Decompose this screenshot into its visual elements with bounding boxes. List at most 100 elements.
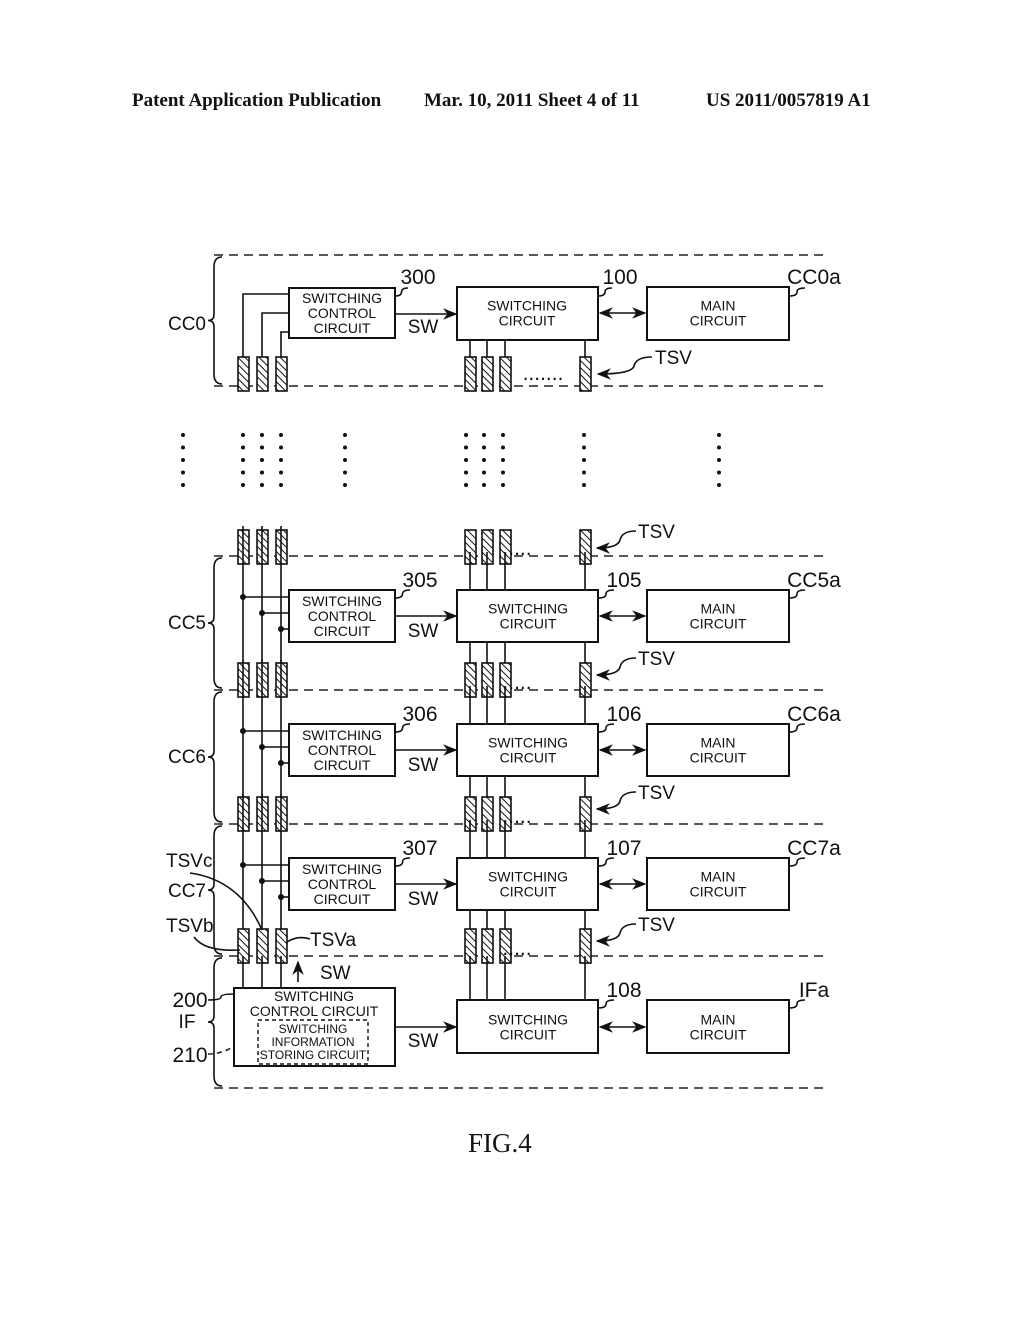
continuation-dot (343, 483, 347, 487)
continuation-dot (501, 458, 505, 462)
tsvb-label: TSVb (166, 916, 214, 937)
main-circuit-text: MAIN (701, 298, 736, 314)
sw-label: SW (408, 889, 439, 910)
switching-circuit-text: SWITCHING (488, 601, 568, 617)
ref-cc0a: CC0a (787, 266, 841, 289)
main-circuit-text: CIRCUIT (690, 616, 747, 632)
group-label-cc6: CC6 (168, 747, 206, 768)
continuation-dot (279, 483, 283, 487)
tsv-via (256, 356, 269, 392)
continuation-dot (482, 433, 486, 437)
continuation-dot (260, 483, 264, 487)
continuation-dot (343, 470, 347, 475)
continuation-dot (241, 433, 245, 437)
continuation-dot (582, 433, 586, 437)
ellipsis-dots: ....... (523, 362, 564, 385)
ref-210: 210 (172, 1044, 207, 1067)
ref-cc5a: CC5a (787, 569, 841, 592)
ref-305: 305 (402, 569, 437, 592)
junction-dot (240, 862, 246, 868)
ref-106: 106 (606, 703, 641, 726)
junction-dot (278, 760, 284, 766)
junction-dot (240, 728, 246, 734)
ref-107: 107 (606, 837, 641, 860)
main-circuit-text: MAIN (701, 735, 736, 751)
control-circuit-text: CONTROL (308, 608, 377, 624)
leader-line (788, 287, 806, 297)
continuation-dot (241, 470, 245, 475)
continuation-dot (241, 445, 245, 450)
tsv-via (579, 356, 592, 392)
tsv-via (275, 356, 288, 392)
continuation-dot (482, 445, 486, 450)
control-circuit-text: CIRCUIT (314, 320, 371, 336)
continuation-dot (181, 445, 185, 450)
continuation-dot (181, 458, 185, 462)
tsvc-label: TSVc (166, 851, 212, 872)
continuation-dot (241, 483, 245, 487)
control-circuit-text: CONTROL (308, 305, 377, 321)
wire (280, 331, 289, 357)
group-label-if: IF (179, 1012, 196, 1033)
switching-circuit-text: CIRCUIT (500, 884, 557, 900)
ellipsis-dots: ..... (502, 937, 531, 960)
control-circuit-text: SWITCHING (302, 861, 382, 877)
tsv-via (237, 356, 250, 392)
switching-circuit-text: CIRCUIT (500, 750, 557, 766)
control-circuit-text: CIRCUIT (314, 623, 371, 639)
storing-circuit-text: INFORMATION (271, 1035, 354, 1049)
control-circuit-text: SWITCHING (302, 290, 382, 306)
continuation-dot (181, 470, 185, 475)
ref-306: 306 (402, 703, 437, 726)
switching-circuit-text: SWITCHING (488, 1012, 568, 1028)
tsv-pointer (595, 791, 637, 815)
ref-200: 200 (172, 989, 207, 1012)
main-circuit-text: CIRCUIT (690, 884, 747, 900)
junction-dot (240, 594, 246, 600)
tsvb-leader (193, 936, 241, 952)
continuation-dot (717, 483, 721, 487)
sw-label: SW (408, 1031, 439, 1052)
continuation-dot (582, 458, 586, 462)
continuation-dot (464, 470, 468, 475)
ref-105: 105 (606, 569, 641, 592)
tsv-label: TSV (638, 783, 675, 804)
switching-circuit-text: SWITCHING (487, 298, 567, 314)
main-circuit-text: MAIN (701, 601, 736, 617)
switching-circuit-text: CIRCUIT (500, 1027, 557, 1043)
storing-circuit-text: STORING CIRCUIT (260, 1048, 367, 1062)
continuation-dot (464, 458, 468, 462)
continuation-dot (501, 470, 505, 475)
continuation-dot (482, 470, 486, 475)
junction-dot (259, 610, 265, 616)
control-circuit-text: CONTROL (308, 742, 377, 758)
tsv-via (481, 356, 494, 392)
continuation-dot (717, 445, 721, 450)
junction-dot (278, 626, 284, 632)
ref-cc6a: CC6a (787, 703, 841, 726)
continuation-dot (343, 445, 347, 450)
tsv-label: TSV (655, 348, 692, 369)
continuation-dot (582, 470, 586, 475)
continuation-dot (279, 458, 283, 462)
ref-cc7a: CC7a (787, 837, 841, 860)
continuation-dot (717, 470, 721, 475)
control-circuit-text: CIRCUIT (314, 757, 371, 773)
control-circuit-text: CIRCUIT (314, 891, 371, 907)
tsva-label: TSVa (310, 930, 357, 951)
tsv-pointer (596, 356, 653, 380)
switching-circuit-text: SWITCHING (488, 869, 568, 885)
switching-circuit-text: SWITCHING (488, 735, 568, 751)
junction-dot (278, 894, 284, 900)
ref-ifa: IFa (799, 979, 830, 1002)
circuit-diagram: CC0SWITCHINGCONTROLCIRCUIT300SWSWITCHING… (166, 254, 841, 1089)
continuation-dot (501, 483, 505, 487)
ref-108: 108 (606, 979, 641, 1002)
ellipsis-dots: ..... (502, 805, 531, 828)
sw-label: SW (408, 621, 439, 642)
group-label-cc0: CC0 (168, 314, 206, 335)
main-circuit-text: MAIN (701, 869, 736, 885)
ref-307: 307 (402, 837, 437, 860)
tsv-label: TSV (638, 915, 675, 936)
continuation-dot (181, 483, 185, 487)
